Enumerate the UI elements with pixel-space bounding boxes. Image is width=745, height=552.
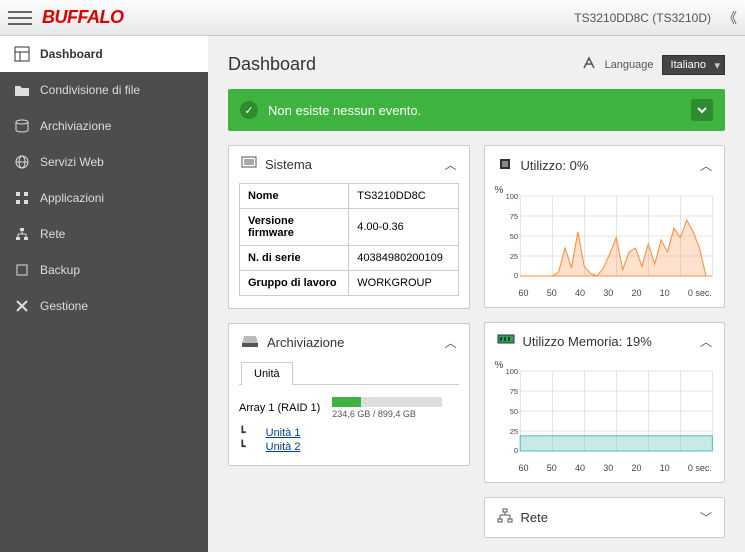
usage-text: 234,6 GB / 899,4 GB — [332, 409, 442, 419]
cpu-panel-header[interactable]: Utilizzo: 0% ︿ — [485, 146, 725, 185]
y-unit-label: % — [495, 360, 504, 371]
sidebar-item-backup[interactable]: Backup — [0, 252, 208, 288]
event-banner: ✓ Non esiste nessun evento. — [228, 89, 725, 131]
y-unit-label: % — [495, 185, 504, 196]
svg-text:0: 0 — [513, 446, 517, 455]
network-panel-header[interactable]: Rete ﹀ — [485, 498, 725, 537]
storage-tab-units[interactable]: Unità — [241, 362, 293, 385]
svg-text:75: 75 — [509, 387, 517, 396]
svg-text:0: 0 — [513, 271, 517, 280]
unit-link-1[interactable]: Unità 1 — [266, 427, 301, 439]
table-row: NomeTS3210DD8C — [240, 184, 459, 209]
language-label: Language — [605, 59, 654, 71]
sidebar-item-management[interactable]: Gestione — [0, 288, 208, 324]
language-select[interactable]: Italiano — [662, 55, 725, 75]
cpu-panel: Utilizzo: 0% ︿ % — [484, 145, 726, 308]
svg-text:100: 100 — [505, 192, 517, 201]
system-panel: Sistema ︿ NomeTS3210DD8C Versione firmwa… — [228, 145, 470, 309]
storage-icon — [14, 118, 30, 134]
web-icon — [14, 154, 30, 170]
chevron-up-icon: ︿ — [444, 334, 456, 351]
chevron-up-icon: ︿ — [700, 333, 712, 350]
table-row: Versione firmware4.00-0.36 — [240, 209, 459, 246]
storage-panel: Archiviazione ︿ Unità Array 1 (RAID 1) 2… — [228, 323, 470, 466]
usage-bar — [332, 397, 442, 407]
memory-chart: 100 75 50 25 0 — [501, 366, 715, 456]
sidebar-item-label: Rete — [40, 227, 65, 241]
collapse-panel-icon[interactable]: 《 — [723, 8, 737, 28]
svg-text:75: 75 — [509, 212, 517, 221]
device-name: TS3210DD8C (TS3210D) — [574, 11, 711, 25]
sidebar-item-web-services[interactable]: Servizi Web — [0, 144, 208, 180]
storage-panel-header[interactable]: Archiviazione ︿ — [229, 324, 469, 361]
page-title: Dashboard — [228, 54, 316, 75]
chevron-up-icon: ︿ — [700, 157, 712, 174]
system-table: NomeTS3210DD8C Versione firmware4.00-0.3… — [239, 183, 459, 296]
chevron-up-icon: ︿ — [444, 156, 456, 173]
drive-icon — [241, 334, 259, 351]
banner-text: Non esiste nessun evento. — [268, 103, 421, 118]
array-label: Array 1 (RAID 1) — [239, 402, 320, 414]
check-icon: ✓ — [240, 101, 258, 119]
banner-expand-button[interactable] — [691, 99, 713, 121]
system-panel-header[interactable]: Sistema ︿ — [229, 146, 469, 183]
storage-panel-title: Archiviazione — [267, 335, 436, 350]
network-panel-title: Rete — [521, 510, 692, 525]
svg-text:100: 100 — [505, 367, 517, 376]
table-row: N. di serie40384980200109 — [240, 246, 459, 271]
cpu-chart: 100 75 50 25 0 — [501, 191, 715, 281]
unit-link-2[interactable]: Unità 2 — [266, 441, 301, 453]
sidebar-item-label: Gestione — [40, 299, 88, 313]
sidebar-item-label: Servizi Web — [40, 155, 104, 169]
svg-text:50: 50 — [509, 232, 517, 241]
svg-text:25: 25 — [509, 427, 517, 436]
svg-text:50: 50 — [509, 407, 517, 416]
sidebar-item-label: Backup — [40, 263, 80, 277]
sidebar-item-network[interactable]: Rete — [0, 216, 208, 252]
sidebar: Dashboard Condivisione di file Archiviaz… — [0, 36, 208, 552]
folder-icon — [14, 82, 30, 98]
sidebar-item-storage[interactable]: Archiviazione — [0, 108, 208, 144]
dashboard-icon — [14, 46, 30, 62]
chevron-down-icon: ﹀ — [700, 509, 712, 526]
system-icon — [241, 156, 257, 173]
sidebar-item-file-sharing[interactable]: Condivisione di file — [0, 72, 208, 108]
cpu-icon — [497, 156, 513, 175]
memory-panel-title: Utilizzo Memoria: 19% — [523, 334, 692, 349]
memory-panel: Utilizzo Memoria: 19% ︿ % — [484, 322, 726, 483]
sidebar-item-label: Dashboard — [40, 47, 103, 61]
network-panel: Rete ﹀ — [484, 497, 726, 538]
settings-icon — [14, 298, 30, 314]
menu-toggle[interactable] — [8, 6, 32, 30]
sidebar-item-label: Archiviazione — [40, 119, 111, 133]
svg-text:25: 25 — [509, 252, 517, 261]
system-panel-title: Sistema — [265, 157, 436, 172]
table-row: Gruppo di lavoroWORKGROUP — [240, 271, 459, 296]
language-icon — [581, 55, 597, 74]
network-icon — [14, 226, 30, 242]
sidebar-item-label: Condivisione di file — [40, 83, 140, 97]
cpu-panel-title: Utilizzo: 0% — [521, 158, 692, 173]
sidebar-item-label: Applicazioni — [40, 191, 104, 205]
backup-icon — [14, 262, 30, 278]
memory-panel-header[interactable]: Utilizzo Memoria: 19% ︿ — [485, 323, 725, 360]
memory-icon — [497, 334, 515, 349]
sidebar-item-dashboard[interactable]: Dashboard — [0, 36, 208, 72]
brand-logo: BUFFALO — [42, 7, 124, 28]
apps-icon — [14, 190, 30, 206]
sidebar-item-applications[interactable]: Applicazioni — [0, 180, 208, 216]
network-icon — [497, 508, 513, 527]
